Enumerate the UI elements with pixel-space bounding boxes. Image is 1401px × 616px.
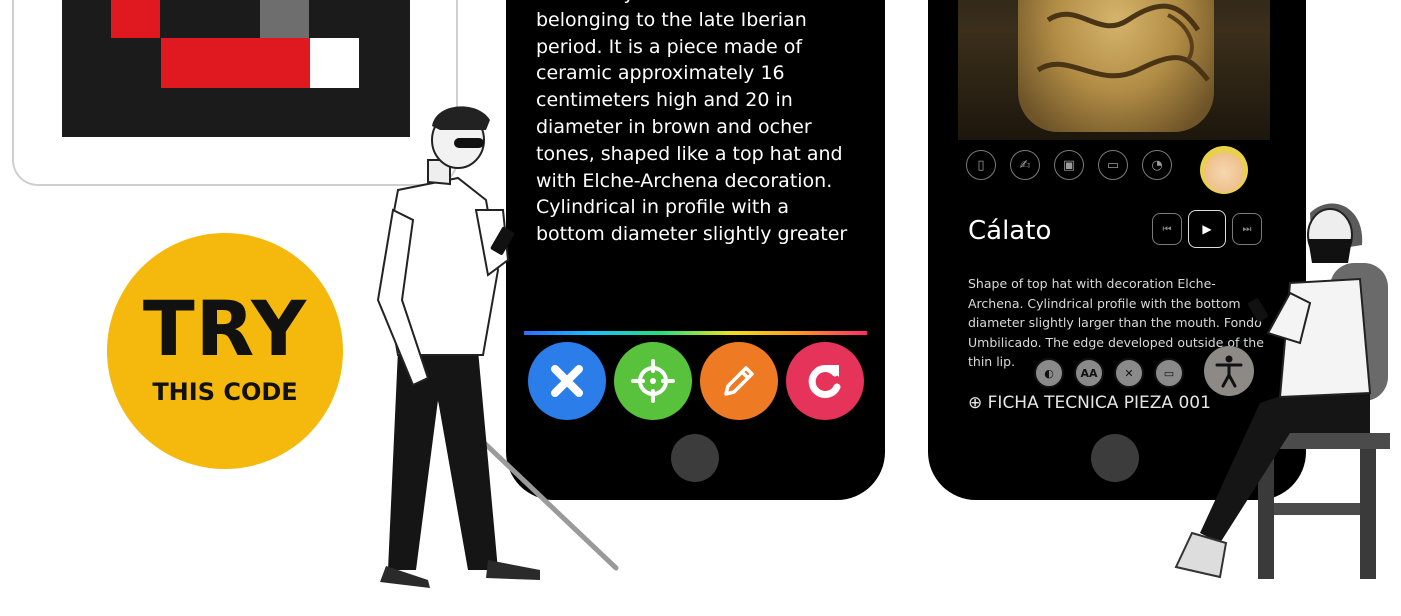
text-size-icon[interactable]: AA bbox=[1074, 358, 1104, 388]
image-icon[interactable]: ▣ bbox=[1054, 150, 1084, 180]
video-icon[interactable]: ▭ bbox=[1098, 150, 1128, 180]
refresh-icon bbox=[808, 365, 841, 399]
reload-button[interactable] bbox=[786, 342, 864, 420]
sign-language-icon[interactable]: ✍ bbox=[1010, 150, 1040, 180]
seated-person-illustration bbox=[1174, 203, 1390, 579]
edit-button[interactable] bbox=[700, 342, 778, 420]
artifact-photo bbox=[958, 0, 1270, 140]
try-this-code-badge: TRY THIS CODE bbox=[107, 233, 343, 469]
home-button-2[interactable] bbox=[1091, 434, 1139, 482]
piece-title: Cálato bbox=[968, 216, 1052, 246]
person-with-cane-illustration bbox=[376, 106, 619, 588]
badge-subtitle: THIS CODE bbox=[152, 378, 298, 406]
home-button[interactable] bbox=[671, 434, 719, 482]
audio-360-icon[interactable]: ◔ bbox=[1142, 150, 1172, 180]
document-icon[interactable]: ▯ bbox=[966, 150, 996, 180]
pencil-icon bbox=[724, 366, 754, 396]
contrast-icon[interactable]: ◐ bbox=[1034, 358, 1064, 388]
badge-title: TRY bbox=[142, 284, 308, 373]
